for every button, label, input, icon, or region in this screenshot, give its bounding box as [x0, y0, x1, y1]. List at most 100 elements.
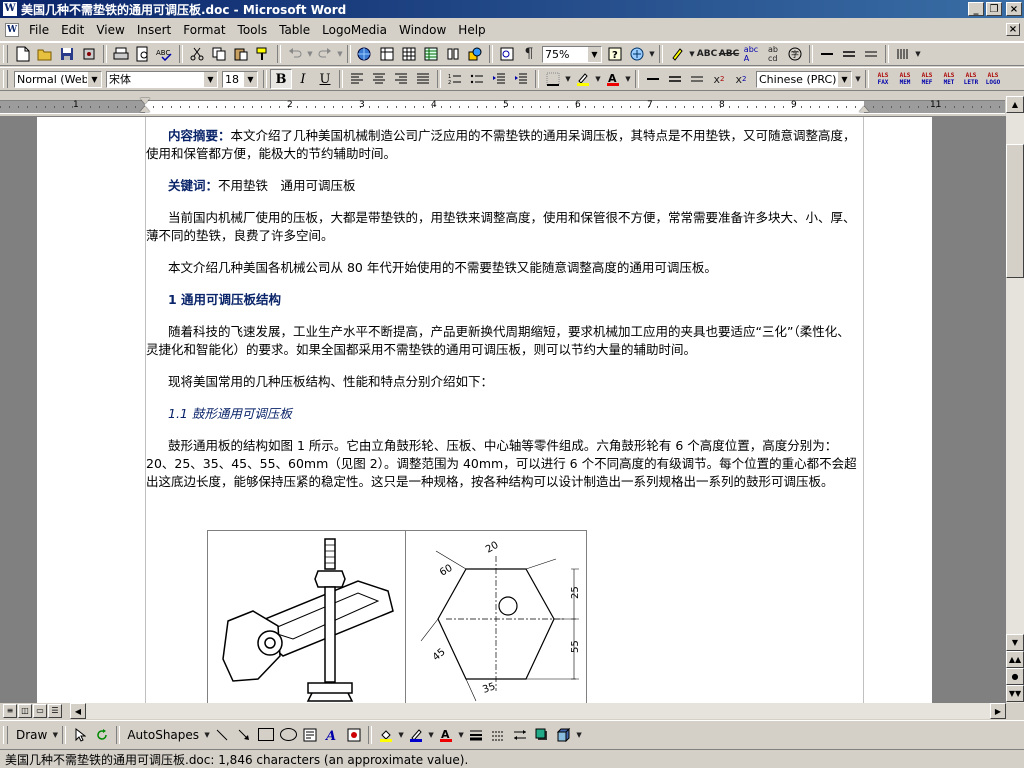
columns-icon[interactable] [442, 44, 464, 64]
next-page-icon[interactable]: ▼▼ [1006, 685, 1024, 702]
tables-borders-icon[interactable] [376, 44, 398, 64]
select-objects-icon[interactable] [69, 725, 91, 745]
draw-dropdown-icon[interactable]: ▼ [51, 725, 59, 745]
scroll-left-icon[interactable]: ◀ [70, 703, 86, 719]
undo-dropdown-icon[interactable]: ▼ [306, 44, 314, 64]
close-document-button[interactable]: × [1006, 23, 1020, 36]
horizontal-ruler[interactable]: 1 2 3 4 5 6 7 8 9 11 [0, 96, 1024, 117]
line-tool-icon[interactable] [211, 725, 233, 745]
menu-logomedia[interactable]: LogoMedia [316, 23, 393, 37]
hyperlink-icon[interactable] [354, 44, 376, 64]
line-3-icon[interactable] [860, 44, 882, 64]
menu-view[interactable]: View [90, 23, 130, 37]
hanging-indent-marker[interactable] [140, 106, 150, 112]
previous-page-icon[interactable]: ▲▲ [1006, 651, 1024, 668]
vertical-scrollbar[interactable]: ▲ ▼ ▲▲ ● ▼▼ [1006, 96, 1024, 703]
restore-button[interactable]: ❐ [986, 2, 1002, 16]
als-mef-icon[interactable]: ALS MEF [916, 69, 938, 89]
font-size-dropdown-icon[interactable]: ▼ [243, 71, 257, 87]
border-line-1-icon[interactable] [642, 69, 664, 89]
spell-abc-icon[interactable]: ABC [696, 44, 718, 64]
als-logo-icon[interactable]: ALS LOGO [982, 69, 1004, 89]
highlight-icon[interactable] [572, 69, 594, 89]
phonetic-guide-icon[interactable]: ab cd [762, 44, 784, 64]
zoom-combo[interactable]: 75% ▼ [542, 45, 602, 63]
drum-clamp-figure[interactable]: 20 60 25 55 45 35 [207, 530, 587, 703]
scroll-down-icon[interactable]: ▼ [1006, 634, 1024, 651]
rectangle-tool-icon[interactable] [255, 725, 277, 745]
draw-font-color-icon[interactable]: A [435, 725, 457, 745]
increase-indent-icon[interactable] [510, 69, 532, 89]
font-dropdown-icon[interactable]: ▼ [203, 71, 217, 87]
free-rotate-icon[interactable] [91, 725, 113, 745]
menu-table[interactable]: Table [273, 23, 316, 37]
italic-button[interactable]: I [292, 69, 314, 89]
office-assistant-icon[interactable] [626, 44, 648, 64]
toolbar-grip[interactable] [3, 45, 8, 63]
font-color-dropdown-icon[interactable]: ▼ [624, 69, 632, 89]
oval-tool-icon[interactable] [277, 725, 299, 745]
drawing-more-icon[interactable]: ▼ [575, 725, 583, 745]
style-dropdown-icon[interactable]: ▼ [87, 71, 101, 87]
fill-color-icon[interactable] [375, 725, 397, 745]
copy-icon[interactable] [208, 44, 230, 64]
menu-tools[interactable]: Tools [232, 23, 274, 37]
highlight-pen-icon[interactable] [666, 44, 688, 64]
style-combo[interactable]: Normal (Web) ▼ [14, 70, 102, 88]
3d-icon[interactable] [553, 725, 575, 745]
line-1-icon[interactable] [816, 44, 838, 64]
als-mem-icon[interactable]: ALS MEM [894, 69, 916, 89]
document-icon[interactable]: W [5, 23, 19, 37]
print-layout-icon[interactable]: ▭ [33, 704, 47, 718]
word-app-icon[interactable]: W [3, 2, 17, 16]
menu-window[interactable]: Window [393, 23, 452, 37]
document-map-icon[interactable] [496, 44, 518, 64]
align-left-icon[interactable] [346, 69, 368, 89]
grammar-abc-icon[interactable]: ABC [718, 44, 740, 64]
arrow-tool-icon[interactable] [233, 725, 255, 745]
menu-help[interactable]: Help [452, 23, 491, 37]
paste-icon[interactable] [230, 44, 252, 64]
menu-file[interactable]: File [23, 23, 55, 37]
text-box-icon[interactable] [299, 725, 321, 745]
open-folder-icon[interactable] [34, 44, 56, 64]
more-buttons-icon[interactable]: ▼ [914, 44, 922, 64]
line-color-dropdown-icon[interactable]: ▼ [427, 725, 435, 745]
decrease-indent-icon[interactable] [488, 69, 510, 89]
document-editor[interactable]: 内容摘要：本文介绍了几种美国机械制造公司广泛应用的不需垫铁的通用呆调压板，其特点… [0, 117, 1006, 703]
document-content[interactable]: 内容摘要：本文介绍了几种美国机械制造公司广泛应用的不需垫铁的通用呆调压板，其特点… [146, 127, 862, 505]
scroll-up-icon[interactable]: ▲ [1006, 96, 1024, 113]
first-line-indent-marker[interactable] [140, 98, 150, 104]
save-icon[interactable] [56, 44, 78, 64]
web-layout-icon[interactable]: ◫ [18, 704, 32, 718]
print-icon[interactable] [110, 44, 132, 64]
spelling-icon[interactable]: ABC [154, 44, 176, 64]
insert-table-icon[interactable] [398, 44, 420, 64]
toolbar-options-icon[interactable]: ▼ [648, 44, 656, 64]
border-line-3-icon[interactable] [686, 69, 708, 89]
highlight-dropdown-icon[interactable]: ▼ [688, 44, 696, 64]
minimize-button[interactable]: _ [968, 2, 984, 16]
arrow-style-icon[interactable] [509, 725, 531, 745]
bullets-icon[interactable] [466, 69, 488, 89]
fill-color-dropdown-icon[interactable]: ▼ [397, 725, 405, 745]
word-art-abc-icon[interactable]: abc A [740, 44, 762, 64]
insert-excel-icon[interactable] [420, 44, 442, 64]
list-view-icon[interactable] [892, 44, 914, 64]
als-fax-icon[interactable]: ALS FAX [872, 69, 894, 89]
als-met-icon[interactable]: ALS MET [938, 69, 960, 89]
clip-art-icon[interactable] [343, 725, 365, 745]
als-letr-icon[interactable]: ALS LETR [960, 69, 982, 89]
border-line-2-icon[interactable] [664, 69, 686, 89]
draw-font-color-dropdown-icon[interactable]: ▼ [457, 725, 465, 745]
dash-style-icon[interactable] [487, 725, 509, 745]
menu-format[interactable]: Format [177, 23, 231, 37]
select-browse-object-icon[interactable]: ● [1006, 668, 1024, 685]
font-color-icon[interactable]: A [602, 69, 624, 89]
redo-dropdown-icon[interactable]: ▼ [336, 44, 344, 64]
format-painter-icon[interactable] [252, 44, 274, 64]
toolbar-grip[interactable] [3, 70, 8, 88]
help-icon[interactable]: ? [604, 44, 626, 64]
outline-view-icon[interactable]: ☰ [48, 704, 62, 718]
autoshapes-menu-button[interactable]: AutoShapes [123, 728, 203, 742]
